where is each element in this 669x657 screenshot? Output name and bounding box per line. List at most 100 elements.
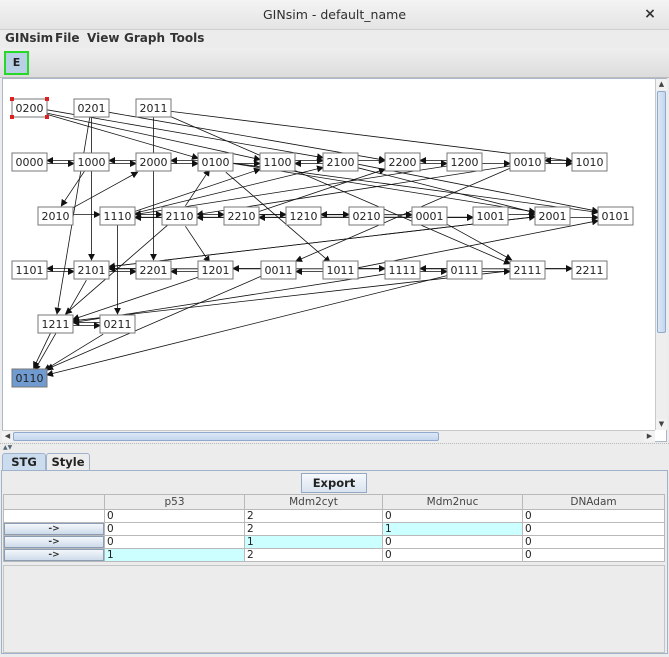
state-node[interactable]: 2211 — [571, 260, 608, 280]
menu-tools[interactable]: Tools — [170, 31, 204, 45]
state-node[interactable]: 2110 — [161, 206, 198, 226]
state-value-cell[interactable]: 0 — [522, 509, 665, 523]
state-node[interactable]: 1111 — [384, 260, 421, 280]
column-header-dnadam[interactable]: DNAdam — [522, 494, 665, 510]
state-node[interactable]: 1001 — [472, 206, 509, 226]
tab-stg[interactable]: STG — [2, 453, 46, 471]
state-value-cell[interactable]: 0 — [382, 535, 523, 549]
state-node[interactable]: 0210 — [348, 206, 385, 226]
state-label: 2011 — [140, 102, 168, 115]
state-node[interactable]: 0101 — [597, 206, 634, 226]
scroll-right-icon[interactable]: ▶ — [644, 431, 655, 442]
transition-edge[interactable] — [357, 167, 536, 215]
state-node[interactable]: 0111 — [446, 260, 483, 280]
menu-graph[interactable]: Graph — [124, 31, 165, 45]
state-node[interactable]: 1211 — [37, 314, 74, 334]
state-node[interactable]: 1010 — [571, 152, 608, 172]
selection-handle[interactable] — [45, 97, 49, 101]
horizontal-scroll-thumb[interactable] — [13, 432, 439, 441]
state-value-cell[interactable]: 2 — [244, 509, 383, 523]
selection-handle[interactable] — [45, 115, 49, 119]
transition-edge[interactable] — [72, 171, 139, 209]
state-label: 2010 — [42, 210, 70, 223]
scroll-down-icon[interactable]: ▼ — [656, 419, 667, 430]
state-node[interactable]: 2010 — [37, 206, 74, 226]
selection-handle[interactable] — [10, 97, 14, 101]
state-value-cell[interactable]: 0 — [104, 509, 245, 523]
vertical-scrollbar[interactable]: ▲ ▼ — [655, 79, 667, 430]
transition-edge[interactable] — [60, 169, 86, 207]
transition-edge[interactable] — [258, 167, 386, 212]
go-to-state-button[interactable]: -> — [4, 523, 104, 535]
split-pane-divider[interactable]: ▲▼ — [0, 443, 669, 451]
state-node[interactable]: 1200 — [446, 152, 483, 172]
scroll-left-icon[interactable]: ◀ — [2, 431, 13, 442]
export-button[interactable]: Export — [301, 473, 367, 493]
state-node[interactable]: 2100 — [322, 152, 359, 172]
state-node[interactable]: 1100 — [259, 152, 296, 172]
state-value-cell[interactable]: 0 — [104, 535, 245, 549]
state-value-cell[interactable]: 2 — [244, 522, 383, 536]
state-node[interactable]: 1000 — [73, 152, 110, 172]
state-node[interactable]: 1210 — [285, 206, 322, 226]
state-node[interactable]: 0200 — [10, 97, 49, 119]
menu-view[interactable]: View — [87, 31, 119, 45]
state-node[interactable]: 0001 — [411, 206, 448, 226]
state-node[interactable]: 1201 — [197, 260, 234, 280]
state-node[interactable]: 1110 — [99, 206, 136, 226]
state-label: 0000 — [16, 156, 44, 169]
state-value-cell[interactable]: 0 — [382, 548, 523, 562]
state-value-cell[interactable]: 1 — [382, 522, 523, 536]
state-node[interactable]: 0211 — [99, 314, 136, 334]
state-transition-graph[interactable]: 0200 0201 2011 0000 1000 2000 0100 1100 2100 2200… — [3, 79, 656, 431]
state-node[interactable]: 2200 — [384, 152, 421, 172]
tab-style[interactable]: Style — [46, 453, 90, 471]
transition-edge[interactable] — [33, 331, 52, 369]
state-value-cell[interactable]: 2 — [244, 548, 383, 562]
state-node[interactable]: 0100 — [197, 152, 234, 172]
state-value-cell[interactable]: 0 — [522, 535, 665, 549]
column-header-p53[interactable]: p53 — [104, 494, 245, 510]
close-icon[interactable]: × — [641, 5, 659, 23]
state-value-cell[interactable]: 0 — [104, 522, 245, 536]
state-node[interactable]: 0201 — [73, 98, 110, 118]
state-value-cell[interactable]: 1 — [104, 548, 245, 562]
state-label: 2201 — [140, 264, 168, 277]
go-to-state-button[interactable]: -> — [4, 549, 104, 561]
state-node[interactable]: 2111 — [509, 260, 546, 280]
state-node[interactable]: 0010 — [509, 152, 546, 172]
graph-canvas[interactable]: 0200 0201 2011 0000 1000 2000 0100 1100 2100 2200… — [2, 78, 667, 442]
transition-edge[interactable] — [185, 225, 210, 264]
state-value-cell[interactable]: 1 — [244, 535, 383, 549]
state-node[interactable]: 0011 — [260, 260, 297, 280]
menu-file[interactable]: File — [55, 31, 80, 45]
state-value-cell[interactable]: 0 — [382, 509, 523, 523]
state-node[interactable]: 2001 — [534, 206, 571, 226]
column-header-mdm2nuc[interactable]: Mdm2nuc — [382, 494, 523, 510]
state-node[interactable]: 2201 — [135, 260, 172, 280]
state-node[interactable]: 1101 — [11, 260, 48, 280]
transition-edge[interactable] — [46, 114, 199, 160]
transition-edge[interactable] — [446, 223, 513, 261]
edit-mode-button[interactable]: E — [4, 51, 29, 75]
transition-edge[interactable] — [43, 333, 104, 371]
state-node[interactable]: 2011 — [135, 98, 172, 118]
scroll-up-icon[interactable]: ▲ — [656, 79, 667, 90]
state-node[interactable]: 0110 — [11, 368, 48, 388]
state-node[interactable]: 0000 — [11, 152, 48, 172]
column-header-mdm2cyt[interactable]: Mdm2cyt — [244, 494, 383, 510]
menu-ginsim[interactable]: GINsim — [5, 31, 53, 45]
state-node[interactable]: 2000 — [135, 152, 172, 172]
state-value-cell[interactable]: 0 — [522, 522, 665, 536]
state-node[interactable]: 2101 — [73, 260, 110, 280]
transition-edge[interactable] — [134, 165, 324, 214]
state-label: 0210 — [353, 210, 381, 223]
horizontal-scrollbar[interactable]: ◀ ▶ — [2, 430, 655, 442]
vertical-scroll-thumb[interactable] — [657, 91, 666, 333]
go-to-state-button[interactable]: -> — [4, 536, 104, 548]
state-value-cell[interactable]: 0 — [522, 548, 665, 562]
collapse-arrows-icon[interactable]: ▲▼ — [3, 444, 12, 451]
state-node[interactable]: 2210 — [223, 206, 260, 226]
state-node[interactable]: 1011 — [322, 260, 359, 280]
selection-handle[interactable] — [10, 115, 14, 119]
